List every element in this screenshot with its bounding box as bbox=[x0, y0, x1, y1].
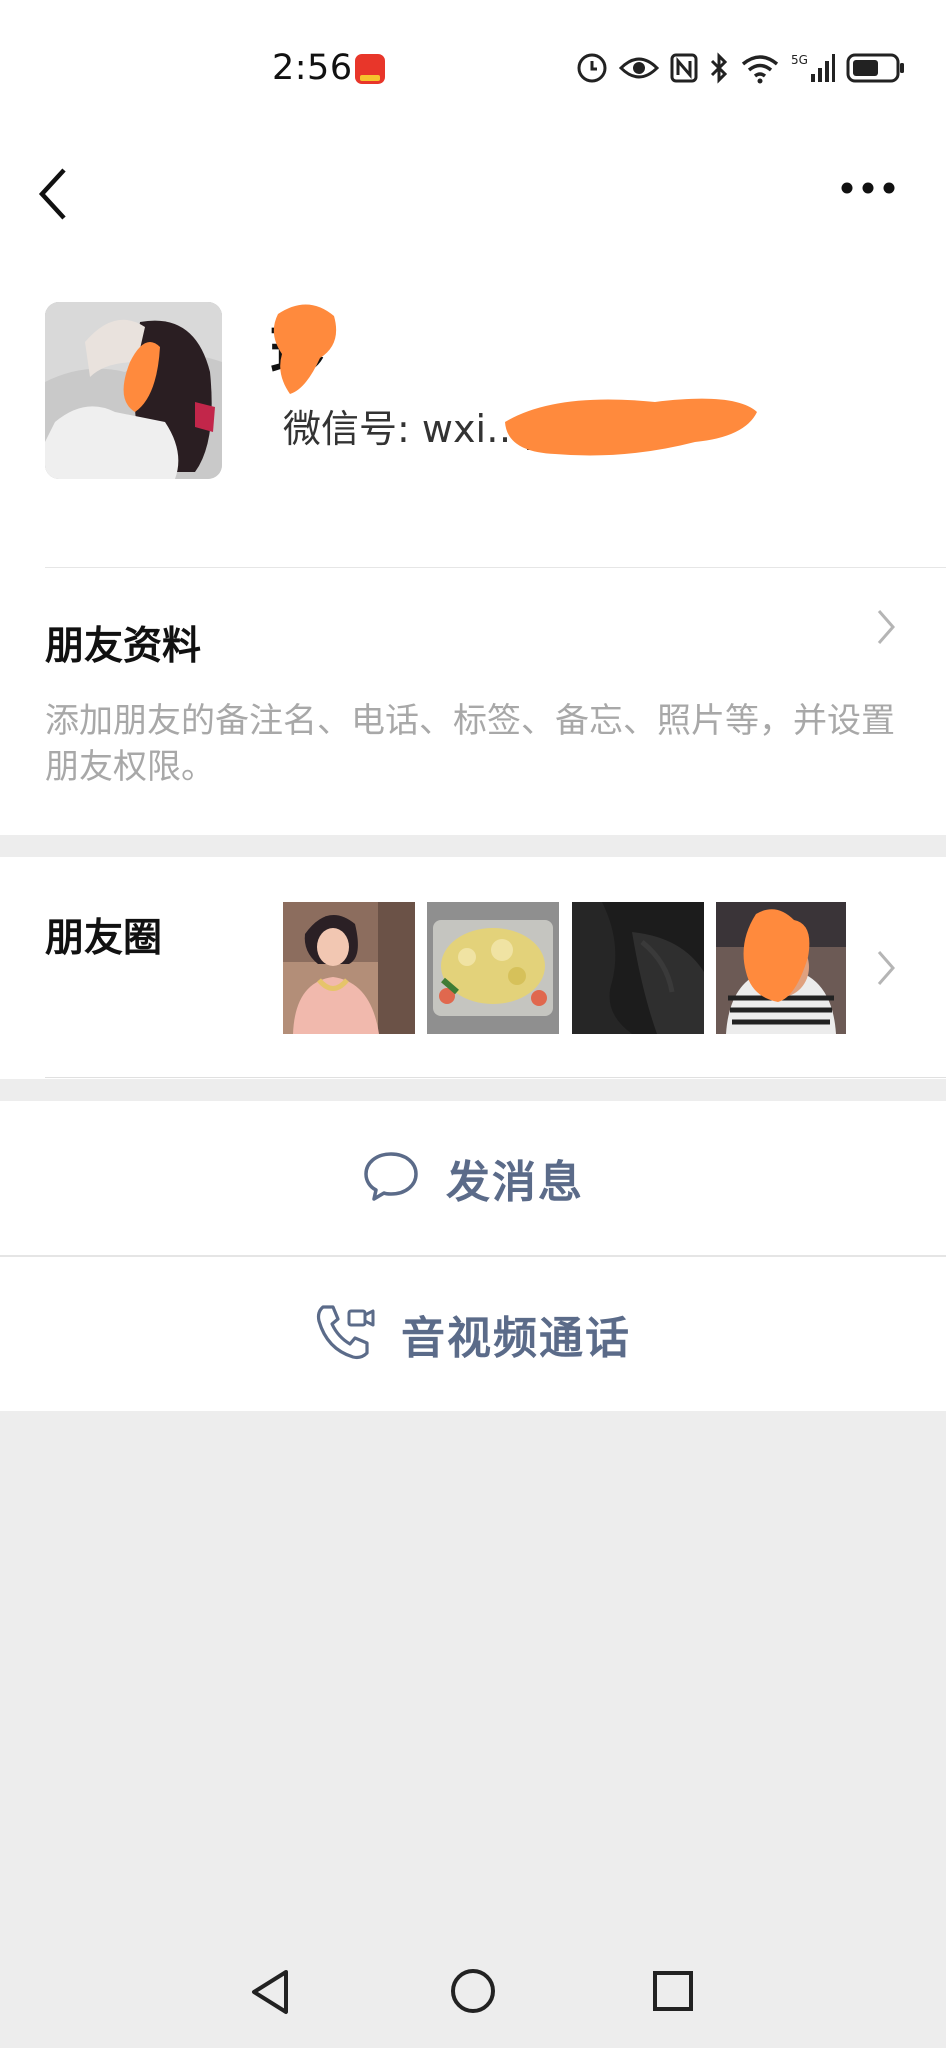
chevron-right-icon[interactable] bbox=[876, 949, 896, 991]
name-redaction bbox=[268, 294, 346, 408]
divider bbox=[45, 1077, 946, 1078]
eye-icon bbox=[618, 54, 660, 86]
moments-photo-food bbox=[427, 902, 559, 1034]
chat-bubble-icon bbox=[362, 1150, 420, 1206]
svg-text:5G: 5G bbox=[791, 53, 808, 67]
back-chevron-icon[interactable] bbox=[36, 166, 70, 226]
moments-photo-woman bbox=[283, 902, 415, 1034]
voice-video-call-button[interactable]: 音视频通话 bbox=[0, 1257, 946, 1411]
nav-back-icon[interactable] bbox=[248, 1968, 292, 2020]
voice-video-call-label: 音视频通话 bbox=[401, 1313, 631, 1364]
bluetooth-icon bbox=[709, 52, 729, 88]
nav-recents-icon[interactable] bbox=[652, 1970, 694, 2016]
friend-info-title[interactable]: 朋友资料 bbox=[45, 615, 201, 671]
more-dots-icon[interactable] bbox=[840, 180, 896, 199]
wechat-id-label: 微信号: bbox=[283, 407, 410, 451]
chevron-right-icon[interactable] bbox=[876, 608, 896, 650]
app-badge-icon bbox=[355, 54, 385, 84]
navigation-bar bbox=[0, 1940, 946, 2048]
moments-section[interactable]: 朋友圈 bbox=[0, 857, 946, 1079]
status-icons: 5G bbox=[576, 52, 906, 88]
status-time: 2:56 bbox=[272, 48, 353, 88]
divider bbox=[45, 567, 946, 568]
moments-photo-dark bbox=[572, 902, 704, 1034]
avatar[interactable] bbox=[45, 302, 222, 479]
top-bar bbox=[0, 140, 946, 280]
send-message-button[interactable]: 发消息 bbox=[0, 1101, 946, 1255]
nfc-icon bbox=[670, 53, 698, 87]
nav-home-icon[interactable] bbox=[450, 1968, 496, 2018]
profile-section: 珍 微信号: wxi…yk322 朋友资料 添加朋友的备注名、电话、标签、备忘、… bbox=[0, 280, 946, 835]
friend-info-description: 添加朋友的备注名、电话、标签、备忘、照片等，并设置朋友权限。 bbox=[45, 701, 895, 787]
phone-video-icon bbox=[313, 1303, 375, 1365]
moments-photo-person bbox=[716, 902, 846, 1034]
signal-5g-icon: 5G bbox=[791, 52, 835, 88]
wechat-id-redaction bbox=[495, 382, 765, 466]
status-bar: 2:56 5G bbox=[0, 0, 946, 140]
moments-title: 朋友圈 bbox=[45, 916, 163, 961]
battery-icon bbox=[846, 52, 906, 88]
alarm-icon bbox=[576, 52, 608, 88]
wifi-icon bbox=[740, 52, 780, 88]
send-message-label: 发消息 bbox=[446, 1157, 584, 1208]
